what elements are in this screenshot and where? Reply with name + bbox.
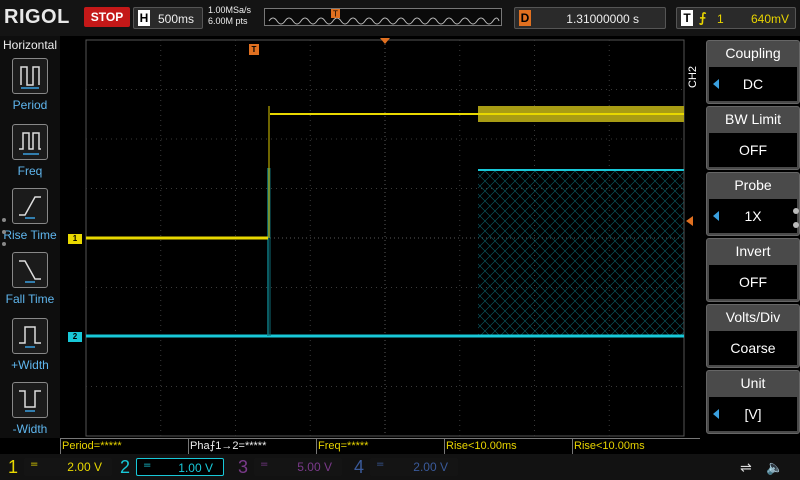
measurement-period[interactable]: Period=***** <box>60 438 188 454</box>
probe-label: Probe <box>734 177 772 193</box>
unit-label: Unit <box>740 375 766 391</box>
measure-positive-width-label: +Width <box>11 358 49 372</box>
trigger-label: T <box>681 10 693 26</box>
measure-negative-width[interactable]: -Width <box>0 382 60 444</box>
unit-arrow-icon <box>713 409 719 419</box>
coupling-arrow-icon <box>713 79 719 89</box>
negative-width-icon <box>12 382 48 418</box>
fall-time-icon <box>12 252 48 288</box>
frequency-icon <box>12 124 48 160</box>
rise-time-icon <box>12 188 48 224</box>
top-status-bar: RIGOL STOP H 500ms 1.00MSa/s 6.00M pts T… <box>0 0 800 36</box>
menu-page-dots <box>2 218 8 254</box>
page-dot-icon <box>793 208 799 214</box>
measure-fall-time-label: Fall Time <box>5 292 55 306</box>
horizontal-timebase[interactable]: H 500ms <box>133 7 203 29</box>
trigger-position-marker[interactable]: T <box>249 44 259 55</box>
bw-limit-label: BW Limit <box>725 111 781 127</box>
volts-div-menu-item[interactable]: Volts/Div Coarse <box>706 304 800 368</box>
volts-div-label: Volts/Div <box>725 309 781 325</box>
memory-overview-bar[interactable]: T <box>264 8 502 26</box>
bw-limit-menu-item[interactable]: BW Limit OFF <box>706 106 800 170</box>
probe-value: 1X <box>709 199 797 233</box>
invert-menu-item[interactable]: Invert OFF <box>706 238 800 302</box>
channel-3-scale: 5.00 V <box>297 460 332 474</box>
measure-negative-width-label: -Width <box>12 422 48 436</box>
channel-2-scale: 1.00 V <box>178 461 213 475</box>
unit-value: [V] <box>709 397 797 431</box>
measurement-bar: Period=***** Pha⨍1→2=***** Freq=***** Ri… <box>60 438 700 454</box>
channel-menu-tab: CH2 <box>685 62 701 92</box>
delay-offset[interactable]: D 1.31000000 s <box>514 7 666 29</box>
coupling-value: DC <box>709 67 797 101</box>
memory-depth: 6.00M pts <box>208 16 248 26</box>
acquisition-info: 1.00MSa/s 6.00M pts <box>208 5 251 27</box>
measurement-rise-2[interactable]: Rise<10.00ms <box>572 438 700 454</box>
measure-rise-time[interactable]: Rise Time <box>0 188 60 250</box>
measure-frequency-label: Freq <box>17 164 43 178</box>
invert-label: Invert <box>735 243 771 259</box>
timebase-value: 500ms <box>158 12 195 26</box>
ch2-offset-marker[interactable]: 2 <box>68 332 82 342</box>
brand-logo: RIGOL <box>4 6 70 28</box>
channel-2-coupling-icon: = <box>143 460 152 471</box>
coupling-menu-item[interactable]: Coupling DC <box>706 40 800 104</box>
unit-menu-item[interactable]: Unit [V] <box>706 370 800 434</box>
channel-1-number: 1 <box>7 457 18 477</box>
coupling-label: Coupling <box>725 45 781 61</box>
channel-3-number: 3 <box>237 457 248 477</box>
channel-2-number: 2 <box>119 457 130 477</box>
probe-arrow-icon <box>713 211 719 221</box>
delay-value: 1.31000000 s <box>566 12 639 26</box>
probe-menu-item[interactable]: Probe 1X <box>706 172 800 236</box>
invert-value: OFF <box>709 265 797 299</box>
trigger-level-marker[interactable] <box>686 216 693 226</box>
measure-rise-time-label: Rise Time <box>3 228 57 242</box>
channel-1-scale: 2.00 V <box>67 460 102 474</box>
memory-overview-waveform: T <box>268 9 500 25</box>
channel-1-coupling-icon: = <box>30 459 39 470</box>
waveform-display[interactable]: 1 2 T <box>60 36 700 438</box>
positive-width-icon <box>12 318 48 354</box>
measure-frequency[interactable]: Freq <box>0 124 60 186</box>
graticule-and-traces <box>85 39 685 437</box>
channel-4-status[interactable]: 4 = 2.00 V <box>350 456 460 478</box>
horizontal-label: H <box>138 10 150 26</box>
channel-3-status[interactable]: 3 = 5.00 V <box>234 456 344 478</box>
bw-limit-value: OFF <box>709 133 797 167</box>
channel-4-coupling-icon: = <box>376 459 385 470</box>
measure-fall-time[interactable]: Fall Time <box>0 252 60 314</box>
delay-label: D <box>519 10 531 26</box>
ch2-high-frequency-region <box>478 170 684 336</box>
measurement-frequency[interactable]: Freq=***** <box>316 438 444 454</box>
channel-3-coupling-icon: = <box>260 459 269 470</box>
channel-menu: Coupling DC BW Limit OFF Probe 1X Invert… <box>702 36 800 438</box>
rising-edge-icon: ⨍ <box>699 11 707 26</box>
volts-div-value: Coarse <box>709 331 797 365</box>
measure-period-label: Period <box>12 98 48 112</box>
sample-rate: 1.00MSa/s <box>208 5 252 15</box>
horizontal-center-marker <box>380 38 390 44</box>
trigger-level: 640mV <box>750 12 789 26</box>
overview-trigger-marker: T <box>333 10 338 19</box>
measurement-phase[interactable]: Pha⨍1→2=***** <box>188 438 316 454</box>
channel-2-status[interactable]: 2 = 1.00 V <box>116 456 228 478</box>
run-stop-indicator[interactable]: STOP <box>84 7 130 27</box>
ch1-offset-marker[interactable]: 1 <box>68 234 82 244</box>
measure-menu: Horizontal Period Freq Rise Time Fall Ti… <box>0 36 60 438</box>
trigger-source: 1 <box>717 12 724 26</box>
measure-positive-width[interactable]: +Width <box>0 318 60 380</box>
page-dot-icon <box>793 222 799 228</box>
channel-4-number: 4 <box>353 457 364 477</box>
measure-menu-title: Horizontal <box>2 38 58 52</box>
measurement-rise-1[interactable]: Rise<10.00ms <box>444 438 572 454</box>
channel-4-scale: 2.00 V <box>413 460 448 474</box>
channel-status-bar: 1 = 2.00 V 2 = 1.00 V 3 = 5.00 V 4 = 2.0… <box>0 454 800 480</box>
measure-period[interactable]: Period <box>0 58 60 120</box>
speaker-icon[interactable]: 🔈 <box>766 460 783 476</box>
channel-1-status[interactable]: 1 = 2.00 V <box>4 456 114 478</box>
period-icon <box>12 58 48 94</box>
usb-icon: ⇌ <box>740 460 752 476</box>
trigger-settings[interactable]: T ⨍ 1 640mV <box>676 7 796 29</box>
